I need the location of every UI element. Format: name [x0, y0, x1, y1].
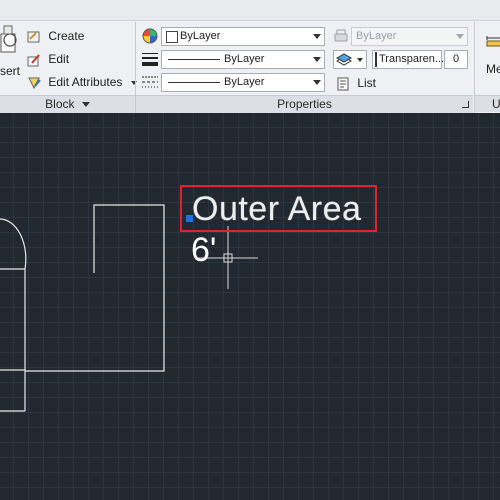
edit-attributes-icon	[28, 77, 41, 89]
drawing-geometry	[0, 204, 258, 412]
edit-block-button[interactable]: Edit	[26, 50, 69, 68]
dialog-launcher-icon[interactable]	[462, 101, 469, 108]
insert-block-icon	[0, 25, 17, 53]
color-wheel-icon	[142, 28, 158, 44]
lineweight-value: ByLayer	[224, 53, 265, 65]
line-preview	[168, 82, 220, 83]
color-dropdown[interactable]: ByLayer	[161, 27, 325, 46]
chevron-down-icon	[357, 58, 363, 62]
block-panel-title[interactable]: Block	[0, 95, 135, 113]
chevron-down-icon	[313, 34, 321, 39]
room-outline[interactable]	[25, 204, 165, 372]
line-preview	[168, 59, 220, 60]
edit-attributes-button[interactable]: Edit Attributes	[26, 73, 137, 91]
ribbon-top-edge	[0, 0, 500, 21]
measure-icon[interactable]	[485, 32, 500, 50]
arc-shape[interactable]	[0, 218, 27, 270]
edit-block-icon	[27, 54, 40, 67]
slider-handle[interactable]	[375, 52, 377, 67]
mtext-dimension[interactable]: 6'	[191, 230, 216, 270]
layers-icon	[335, 53, 353, 66]
linetype-dropdown[interactable]: ByLayer	[161, 73, 325, 92]
linetype-value: ByLayer	[224, 76, 265, 88]
mtext-outer-area[interactable]: Outer Area	[192, 189, 361, 229]
plot-style-dropdown: ByLayer	[351, 27, 468, 46]
edit-attributes-label: Edit Attributes	[48, 75, 123, 89]
edit-label: Edit	[48, 52, 70, 66]
list-icon	[337, 77, 349, 91]
list-button[interactable]: List	[335, 74, 376, 92]
ribbon: sert Create Edit Edit Attributes Block B…	[0, 0, 500, 113]
transparency-label: Transparen...	[379, 53, 445, 65]
create-block-icon	[27, 31, 40, 43]
chevron-down-icon	[81, 102, 90, 108]
plot-style-value: ByLayer	[356, 30, 397, 42]
lineweight-dropdown[interactable]: ByLayer	[161, 50, 325, 69]
color-swatch	[166, 31, 178, 43]
lineweight-icon	[142, 53, 158, 66]
properties-panel-title[interactable]: Properties	[136, 95, 473, 113]
transparency-slider[interactable]: Transparen...	[372, 50, 445, 69]
create-block-button[interactable]: Create	[26, 27, 84, 45]
create-label: Create	[48, 29, 85, 43]
chevron-down-icon	[313, 80, 321, 85]
transparency-icon-button[interactable]	[333, 50, 367, 69]
color-value: ByLayer	[180, 30, 221, 42]
insert-button[interactable]: sert	[0, 24, 22, 82]
utilities-panel-title[interactable]: U	[475, 95, 500, 112]
drawing-canvas[interactable]: Outer Area 6'	[0, 113, 500, 500]
chevron-down-icon	[456, 34, 464, 39]
measure-label: Me	[486, 62, 500, 76]
plot-style-icon	[334, 29, 348, 42]
insert-label: sert	[0, 64, 21, 78]
linetype-icon	[142, 76, 158, 88]
transparency-value-field[interactable]: 0	[444, 50, 468, 69]
chevron-down-icon	[313, 57, 321, 62]
list-label: List	[357, 76, 377, 90]
